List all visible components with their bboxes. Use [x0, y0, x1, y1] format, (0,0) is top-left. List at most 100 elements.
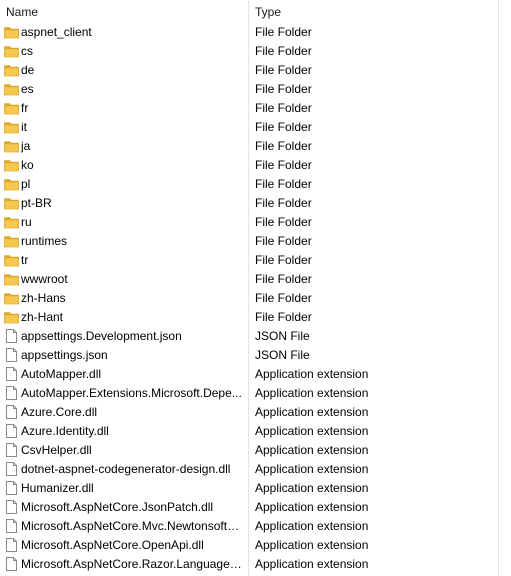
list-item[interactable]: ja File Folder	[0, 137, 511, 156]
item-name: pt-BR	[21, 196, 52, 210]
folder-icon	[4, 63, 19, 77]
item-type: Application extension	[255, 462, 369, 476]
item-name: zh-Hans	[21, 291, 66, 305]
item-type: Application extension	[255, 443, 369, 457]
sort-ascending-icon: ^	[118, 0, 123, 6]
list-item[interactable]: dotnet-aspnet-codegenerator-design.dll Ap…	[0, 460, 511, 479]
item-type: JSON File	[255, 348, 310, 362]
item-type: File Folder	[255, 120, 312, 134]
list-item[interactable]: Azure.Identity.dll Application extension	[0, 422, 511, 441]
list-item[interactable]: appsettings.json JSON File	[0, 346, 511, 365]
file-icon	[4, 367, 19, 381]
item-name: Microsoft.AspNetCore.Razor.Language.dll	[21, 557, 243, 571]
list-item[interactable]: Microsoft.AspNetCore.Razor.Language.dll A…	[0, 555, 511, 574]
file-icon	[4, 462, 19, 476]
list-item[interactable]: tr File Folder	[0, 251, 511, 270]
file-icon	[4, 481, 19, 495]
folder-icon	[4, 310, 19, 324]
file-icon	[4, 538, 19, 552]
item-name: AutoMapper.dll	[21, 367, 102, 381]
list-item[interactable]: fr File Folder	[0, 99, 511, 118]
list-item[interactable]: ru File Folder	[0, 213, 511, 232]
item-name: appsettings.Development.json	[21, 329, 182, 343]
item-name: pl	[21, 177, 31, 191]
item-name: ko	[21, 158, 34, 172]
item-type: Application extension	[255, 405, 369, 419]
list-item[interactable]: CsvHelper.dll Application extension	[0, 441, 511, 460]
folder-icon	[4, 253, 19, 267]
item-type: File Folder	[255, 44, 312, 58]
list-item[interactable]: Humanizer.dll Application extension	[0, 479, 511, 498]
folder-icon	[4, 82, 19, 96]
list-item[interactable]: zh-Hant File Folder	[0, 308, 511, 327]
folder-icon	[4, 291, 19, 305]
item-type: Application extension	[255, 519, 369, 533]
column-header-name[interactable]: Name	[6, 0, 38, 22]
item-type: File Folder	[255, 196, 312, 210]
item-type: Application extension	[255, 538, 369, 552]
list-item[interactable]: appsettings.Development.json JSON File	[0, 327, 511, 346]
item-name: cs	[21, 44, 33, 58]
item-type: Application extension	[255, 481, 369, 495]
folder-icon	[4, 234, 19, 248]
list-item[interactable]: Microsoft.AspNetCore.Mvc.NewtonsoftJ... A…	[0, 517, 511, 536]
list-item[interactable]: pt-BR File Folder	[0, 194, 511, 213]
list-item[interactable]: Azure.Core.dll Application extension	[0, 403, 511, 422]
item-name: de	[21, 63, 35, 77]
folder-icon	[4, 158, 19, 172]
list-item[interactable]: es File Folder	[0, 80, 511, 99]
item-name: wwwroot	[21, 272, 68, 286]
list-item[interactable]: pl File Folder	[0, 175, 511, 194]
item-type: File Folder	[255, 177, 312, 191]
folder-icon	[4, 25, 19, 39]
file-icon	[4, 519, 19, 533]
item-type: Application extension	[255, 424, 369, 438]
item-name: Azure.Identity.dll	[21, 424, 109, 438]
item-type: Application extension	[255, 557, 369, 571]
file-icon	[4, 443, 19, 457]
item-name: it	[21, 120, 27, 134]
list-item[interactable]: aspnet_client File Folder	[0, 23, 511, 42]
item-name: tr	[21, 253, 29, 267]
item-type: File Folder	[255, 139, 312, 153]
item-name: Microsoft.AspNetCore.OpenApi.dll	[21, 538, 204, 552]
list-item[interactable]: de File Folder	[0, 61, 511, 80]
item-type: File Folder	[255, 253, 312, 267]
item-type: File Folder	[255, 63, 312, 77]
item-name: Microsoft.AspNetCore.Mvc.NewtonsoftJ...	[21, 519, 243, 533]
file-icon	[4, 386, 19, 400]
list-item[interactable]: runtimes File Folder	[0, 232, 511, 251]
item-name: Humanizer.dll	[21, 481, 94, 495]
folder-icon	[4, 215, 19, 229]
folder-icon	[4, 44, 19, 58]
folder-icon	[4, 120, 19, 134]
item-name: Microsoft.AspNetCore.JsonPatch.dll	[21, 500, 214, 514]
column-header: Name ^ Type	[0, 0, 511, 22]
folder-icon	[4, 196, 19, 210]
list-item[interactable]: Microsoft.AspNetCore.JsonPatch.dll Applic…	[0, 498, 511, 517]
item-type: Application extension	[255, 386, 369, 400]
item-name: es	[21, 82, 34, 96]
list-item[interactable]: Microsoft.AspNetCore.OpenApi.dll Applicat…	[0, 536, 511, 555]
item-name: fr	[21, 101, 29, 115]
item-name: ru	[21, 215, 32, 229]
item-type: File Folder	[255, 234, 312, 248]
list-item[interactable]: zh-Hans File Folder	[0, 289, 511, 308]
folder-icon	[4, 177, 19, 191]
file-icon	[4, 557, 19, 571]
item-type: File Folder	[255, 82, 312, 96]
list-item[interactable]: wwwroot File Folder	[0, 270, 511, 289]
list-item[interactable]: cs File Folder	[0, 42, 511, 61]
list-item[interactable]: AutoMapper.Extensions.Microsoft.Depe... A…	[0, 384, 511, 403]
item-name: runtimes	[21, 234, 68, 248]
list-item[interactable]: AutoMapper.dll Application extension	[0, 365, 511, 384]
item-type: JSON File	[255, 329, 310, 343]
item-name: ja	[21, 139, 31, 153]
item-name: CsvHelper.dll	[21, 443, 92, 457]
folder-icon	[4, 101, 19, 115]
list-item[interactable]: it File Folder	[0, 118, 511, 137]
list-item[interactable]: ko File Folder	[0, 156, 511, 175]
item-type: Application extension	[255, 367, 369, 381]
item-name: Azure.Core.dll	[21, 405, 98, 419]
column-header-type[interactable]: Type	[255, 0, 281, 22]
